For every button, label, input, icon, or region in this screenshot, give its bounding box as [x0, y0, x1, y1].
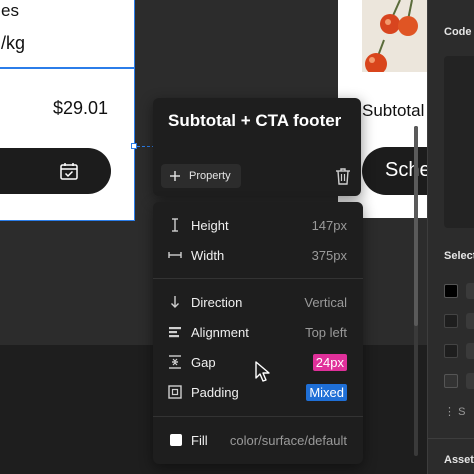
- color-swatch[interactable]: [444, 314, 458, 328]
- code-preview-box[interactable]: [444, 56, 474, 228]
- assets-section-label: Assets: [444, 454, 474, 466]
- gap-token-badge[interactable]: 24px: [312, 354, 347, 371]
- color-row[interactable]: [444, 313, 474, 330]
- property-value[interactable]: 375px: [312, 248, 347, 263]
- layer-header-popup: Subtotal + CTA footer Property: [153, 98, 361, 196]
- schedule-cta-button[interactable]: Sche: [362, 147, 430, 195]
- checkout-cta-button[interactable]: [0, 148, 111, 194]
- selection-handle[interactable]: [131, 143, 137, 149]
- property-label: Fill: [191, 433, 208, 448]
- fill-color-swatch[interactable]: [170, 434, 182, 446]
- align-left-icon: [169, 327, 181, 338]
- padding-token-badge[interactable]: Mixed: [306, 384, 347, 401]
- property-row-fill[interactable]: Fill color/surface/default: [153, 425, 363, 455]
- trash-icon[interactable]: [335, 167, 351, 185]
- color-row[interactable]: [444, 373, 474, 390]
- color-swatch[interactable]: [444, 344, 458, 358]
- color-swatch[interactable]: [444, 284, 458, 298]
- layer-properties-popup: Height 147px Width 375px Direction Verti…: [153, 202, 363, 464]
- code-section-label: Code: [444, 26, 472, 38]
- scrollbar-thumb[interactable]: [414, 126, 418, 326]
- inspector-panel: Code Select ⋮ S Assets: [427, 0, 474, 474]
- color-value[interactable]: [466, 283, 474, 299]
- color-swatch[interactable]: [444, 374, 458, 388]
- section-divider: [153, 278, 363, 279]
- property-row-alignment[interactable]: Alignment Top left: [153, 317, 363, 347]
- cursor-pointer-icon: [255, 361, 270, 382]
- selected-frame[interactable]: es /kg $29.01: [0, 0, 135, 221]
- property-row-direction[interactable]: Direction Vertical: [153, 287, 363, 317]
- height-icon: [172, 218, 178, 232]
- gap-icon: [169, 355, 181, 369]
- color-value[interactable]: [466, 313, 474, 329]
- color-value[interactable]: [466, 373, 474, 389]
- color-value[interactable]: [466, 343, 474, 359]
- property-row-height[interactable]: Height 147px: [153, 210, 363, 240]
- color-row[interactable]: [444, 343, 474, 360]
- property-label: Gap: [191, 355, 216, 370]
- plus-icon: [170, 171, 180, 181]
- property-label: Width: [191, 248, 225, 263]
- property-value[interactable]: Top left: [305, 325, 347, 340]
- add-property-button[interactable]: Property: [161, 164, 241, 188]
- property-value[interactable]: Vertical: [304, 295, 347, 310]
- product-title-fragment: es: [1, 1, 19, 20]
- section-divider: [153, 416, 363, 417]
- width-icon: [168, 252, 182, 258]
- see-all-link[interactable]: ⋮ S: [444, 405, 465, 418]
- property-label: Direction: [191, 295, 243, 310]
- calendar-check-icon: [60, 163, 78, 180]
- arrow-down-icon: [171, 296, 179, 308]
- property-value[interactable]: 147px: [312, 218, 347, 233]
- property-label: Padding: [191, 385, 239, 400]
- add-property-label: Property: [189, 170, 231, 182]
- padding-icon: [168, 385, 182, 399]
- layer-name: Subtotal + CTA footer: [168, 111, 342, 130]
- color-row[interactable]: [444, 283, 474, 300]
- property-label: Alignment: [191, 325, 249, 340]
- canvas-scrollbar[interactable]: [414, 126, 418, 456]
- property-row-width[interactable]: Width 375px: [153, 240, 363, 270]
- panel-divider: [428, 438, 474, 439]
- cherries-image: [362, 0, 430, 72]
- fill-token-value[interactable]: color/surface/default: [230, 433, 347, 448]
- subtotal-label: Subtotal: [362, 101, 425, 120]
- selection-colors-label: Select: [444, 250, 474, 262]
- property-label: Height: [191, 218, 229, 233]
- total-price: $29.01: [52, 98, 108, 118]
- price-unit-text: /kg: [1, 33, 26, 53]
- frame-divider: [0, 67, 134, 69]
